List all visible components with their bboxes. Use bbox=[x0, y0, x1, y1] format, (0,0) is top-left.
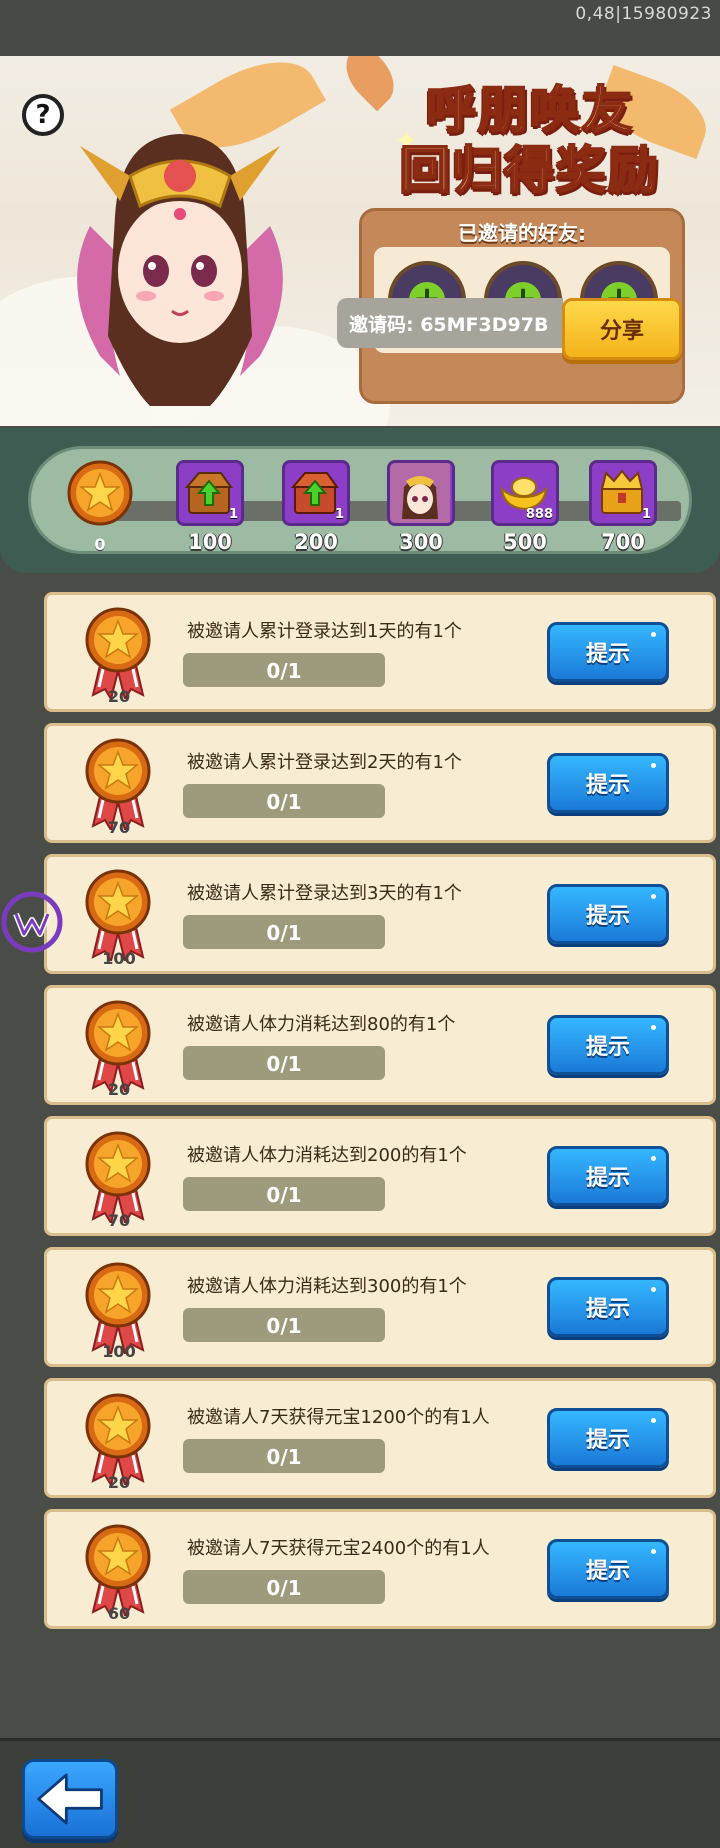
hero-portrait-icon bbox=[390, 463, 450, 523]
task-progress-bar: 0/1 bbox=[183, 1439, 385, 1473]
task-points: 100 bbox=[102, 1342, 136, 1361]
status-bar: 0,48|15980923 bbox=[0, 0, 720, 56]
hint-button[interactable]: 提示 bbox=[547, 1277, 669, 1337]
task-progress-text: 0/1 bbox=[266, 1183, 302, 1207]
milestone-label-200: 200 bbox=[294, 530, 338, 554]
task-progress-text: 0/1 bbox=[266, 921, 302, 945]
task-progress-text: 0/1 bbox=[266, 790, 302, 814]
star-medal-icon bbox=[85, 1131, 151, 1223]
task-row: 70 被邀请人累计登录达到2天的有1个 0/1 提示 bbox=[44, 723, 716, 843]
reward-quantity: 888 bbox=[525, 507, 553, 522]
task-description: 被邀请人累计登录达到2天的有1个 bbox=[187, 752, 462, 773]
invite-code: 邀请码: 65MF3D97B bbox=[349, 314, 549, 336]
milestone-reward-500[interactable]: 888 bbox=[491, 460, 559, 526]
hint-button[interactable]: 提示 bbox=[547, 1015, 669, 1075]
task-row: 60 被邀请人7天获得元宝2400个的有1人 0/1 提示 bbox=[44, 1509, 716, 1629]
task-description: 被邀请人7天获得元宝2400个的有1人 bbox=[187, 1538, 490, 1559]
task-description: 被邀请人体力消耗达到200的有1个 bbox=[187, 1145, 467, 1166]
milestone-reward-700[interactable]: 1 bbox=[589, 460, 657, 526]
task-description: 被邀请人累计登录达到1天的有1个 bbox=[187, 621, 462, 642]
task-row: 100 被邀请人体力消耗达到300的有1个 0/1 提示 bbox=[44, 1247, 716, 1367]
floating-logo-icon[interactable] bbox=[0, 890, 64, 954]
task-progress-bar: 0/1 bbox=[183, 1570, 385, 1604]
task-progress-text: 0/1 bbox=[266, 659, 302, 683]
help-button[interactable]: ? bbox=[22, 94, 64, 136]
milestone-label-100: 100 bbox=[188, 530, 232, 554]
task-progress-bar: 0/1 bbox=[183, 1177, 385, 1211]
task-points: 20 bbox=[107, 687, 131, 706]
task-progress-bar: 0/1 bbox=[183, 915, 385, 949]
task-progress-text: 0/1 bbox=[266, 1314, 302, 1338]
invite-banner: ? ✦ 呼朋唤友 回归得奖励 已邀请的好友: + + + bbox=[0, 56, 720, 426]
star-medal-icon bbox=[85, 869, 151, 961]
status-text: 0,48|15980923 bbox=[575, 4, 712, 24]
milestone-reward-300[interactable] bbox=[387, 460, 455, 526]
task-points: 70 bbox=[107, 1211, 131, 1230]
task-progress-bar: 0/1 bbox=[183, 653, 385, 687]
title-line-1: 呼朋唤友 bbox=[425, 80, 634, 140]
task-row: 100 被邀请人累计登录达到3天的有1个 0/1 提示 bbox=[44, 854, 716, 974]
hero-portrait-icon bbox=[77, 134, 283, 406]
hint-button[interactable]: 提示 bbox=[547, 753, 669, 813]
task-row: 20 被邀请人体力消耗达到80的有1个 0/1 提示 bbox=[44, 985, 716, 1105]
back-button[interactable] bbox=[22, 1759, 118, 1839]
hint-button[interactable]: 提示 bbox=[547, 1408, 669, 1468]
task-points: 60 bbox=[107, 1604, 131, 1623]
task-progress-bar: 0/1 bbox=[183, 784, 385, 818]
milestone-label-700: 700 bbox=[601, 530, 645, 554]
task-progress-text: 0/1 bbox=[266, 1052, 302, 1076]
star-medal-icon bbox=[67, 460, 133, 526]
reward-quantity: 1 bbox=[334, 507, 344, 522]
footer-bar bbox=[0, 1738, 720, 1848]
star-medal-icon bbox=[85, 738, 151, 830]
milestone-reward-200[interactable]: 1 bbox=[282, 460, 350, 526]
task-description: 被邀请人7天获得元宝1200个的有1人 bbox=[187, 1407, 490, 1428]
back-arrow-icon bbox=[37, 1773, 103, 1825]
reward-quantity: 1 bbox=[641, 507, 651, 522]
task-points: 100 bbox=[102, 949, 136, 968]
star-medal-icon bbox=[85, 607, 151, 699]
star-medal-icon bbox=[85, 1393, 151, 1485]
invite-code-bar: 邀请码: 65MF3D97B bbox=[337, 298, 563, 348]
milestone-label-500: 500 bbox=[503, 530, 547, 554]
hint-button[interactable]: 提示 bbox=[547, 1146, 669, 1206]
invited-friends-label: 已邀请的好友: bbox=[458, 221, 586, 245]
task-progress-bar: 0/1 bbox=[183, 1308, 385, 1342]
task-points: 20 bbox=[107, 1473, 131, 1492]
task-progress-text: 0/1 bbox=[266, 1445, 302, 1469]
title-line-2: 回归得奖励 bbox=[399, 140, 660, 200]
task-points: 70 bbox=[107, 818, 131, 837]
milestone-reward-100[interactable]: 1 bbox=[176, 460, 244, 526]
help-icon: ? bbox=[35, 100, 51, 130]
task-description: 被邀请人体力消耗达到80的有1个 bbox=[187, 1014, 456, 1035]
star-medal-icon bbox=[85, 1524, 151, 1616]
total-points: 0 bbox=[94, 535, 106, 554]
task-points: 20 bbox=[107, 1080, 131, 1099]
star-medal-icon bbox=[85, 1000, 151, 1092]
task-description: 被邀请人体力消耗达到300的有1个 bbox=[187, 1276, 467, 1297]
hint-button[interactable]: 提示 bbox=[547, 622, 669, 682]
task-row: 20 被邀请人7天获得元宝1200个的有1人 0/1 提示 bbox=[44, 1378, 716, 1498]
task-progress-bar: 0/1 bbox=[183, 1046, 385, 1080]
banner-title: 呼朋唤友 回归得奖励 bbox=[370, 80, 690, 200]
hint-button[interactable]: 提示 bbox=[547, 1539, 669, 1599]
task-progress-text: 0/1 bbox=[266, 1576, 302, 1600]
milestone-label-300: 300 bbox=[399, 530, 443, 554]
hint-button[interactable]: 提示 bbox=[547, 884, 669, 944]
share-button[interactable]: 分享 bbox=[562, 298, 682, 360]
task-description: 被邀请人累计登录达到3天的有1个 bbox=[187, 883, 462, 904]
reward-quantity: 1 bbox=[228, 507, 238, 522]
star-medal-icon bbox=[85, 1262, 151, 1354]
task-row: 70 被邀请人体力消耗达到200的有1个 0/1 提示 bbox=[44, 1116, 716, 1236]
task-row: 20 被邀请人累计登录达到1天的有1个 0/1 提示 bbox=[44, 592, 716, 712]
